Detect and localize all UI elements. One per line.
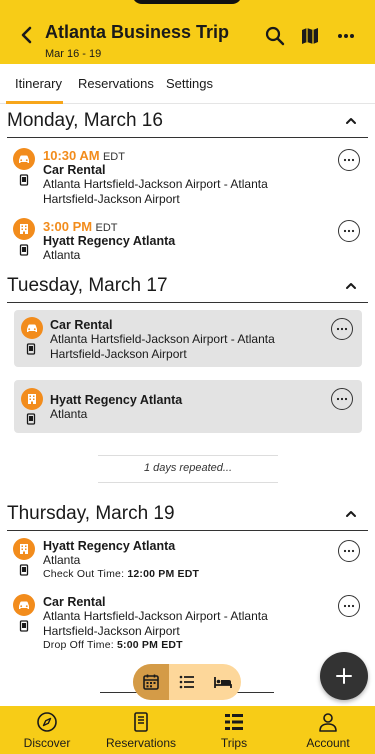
nav-label: Reservations [105, 736, 177, 750]
document-icon [26, 342, 36, 355]
itinerary-card[interactable]: Hyatt Regency Atlanta Atlanta [14, 380, 362, 433]
more-options-button[interactable] [338, 595, 360, 617]
item-subtitle: Atlanta Hartsfield-Jackson Airport - Atl… [43, 177, 268, 206]
item-title: Hyatt Regency Atlanta [43, 539, 176, 553]
tab-itinerary[interactable]: Itinerary [15, 76, 62, 91]
checkout-time: Check Out Time: 12:00 PM EDT [43, 568, 200, 580]
document-icon [19, 173, 29, 186]
itinerary-item[interactable]: Hyatt Regency Atlanta Atlanta Check Out … [0, 538, 375, 584]
item-title: Hyatt Regency Atlanta [43, 234, 176, 248]
time-label: 3:00 PM EDT [43, 219, 118, 234]
tab-bar: Itinerary Reservations Settings [0, 64, 375, 104]
more-options-button[interactable] [331, 318, 353, 340]
hotel-icon [13, 218, 35, 240]
account-icon [317, 711, 339, 733]
item-title: Car Rental [43, 163, 106, 177]
list-icon[interactable] [169, 664, 205, 700]
nav-label: Discover [23, 736, 71, 750]
document-icon [19, 563, 29, 576]
item-title: Hyatt Regency Atlanta [50, 393, 183, 407]
app-header: Atlanta Business Trip Mar 16 - 19 [0, 0, 375, 64]
item-subtitle: Atlanta Hartsfield-Jackson Airport - Atl… [43, 609, 268, 638]
nav-discover[interactable]: Discover [17, 706, 77, 754]
chevron-up-icon[interactable] [344, 507, 358, 521]
item-subtitle: Atlanta [50, 407, 88, 421]
nav-reservations[interactable]: Reservations [100, 706, 182, 754]
trip-dates: Mar 16 - 19 [45, 48, 102, 60]
nav-label: Trips [220, 736, 248, 750]
trips-icon [223, 711, 245, 733]
reservations-icon [130, 711, 152, 733]
item-subtitle: Atlanta [43, 553, 81, 567]
item-title: Car Rental [43, 595, 106, 609]
repeated-days-notice[interactable]: 1 days repeated... [98, 455, 278, 483]
device-notch [132, 0, 242, 4]
day-title: Tuesday, March 17 [7, 275, 168, 296]
add-button[interactable] [320, 652, 368, 700]
more-options-button[interactable] [338, 540, 360, 562]
day-header[interactable]: Monday, March 16 [7, 108, 368, 138]
car-icon [13, 594, 35, 616]
day-title: Monday, March 16 [7, 110, 163, 131]
day-header[interactable]: Tuesday, March 17 [7, 273, 368, 303]
nav-trips[interactable]: Trips [210, 706, 258, 754]
tab-settings[interactable]: Settings [166, 76, 213, 91]
tab-reservations[interactable]: Reservations [78, 76, 154, 91]
chevron-up-icon[interactable] [344, 114, 358, 128]
more-options-button[interactable] [338, 220, 360, 242]
view-toggle [133, 664, 241, 700]
repeated-text: 1 days repeated... [143, 462, 233, 474]
search-icon[interactable] [263, 24, 287, 48]
document-icon [26, 412, 36, 425]
dropoff-time: Drop Off Time: 5:00 PM EDT [43, 639, 183, 651]
bottom-nav: Discover Reservations Trips Account [0, 706, 375, 754]
item-title: Car Rental [50, 318, 113, 332]
page-title: Atlanta Business Trip [45, 22, 230, 42]
itinerary-item[interactable]: Car Rental Atlanta Hartsfield-Jackson Ai… [0, 594, 375, 654]
bed-icon[interactable] [205, 664, 241, 700]
hotel-icon [21, 388, 43, 410]
itinerary-item[interactable]: 3:00 PM EDT Hyatt Regency Atlanta Atlant… [0, 218, 375, 264]
more-horizontal-icon[interactable] [334, 24, 358, 48]
nav-account[interactable]: Account [298, 706, 358, 754]
more-options-button[interactable] [331, 388, 353, 410]
compass-icon [36, 711, 58, 733]
active-tab-indicator [6, 101, 63, 104]
car-icon [21, 317, 43, 339]
time-label: 10:30 AM EDT [43, 148, 125, 163]
item-subtitle: Atlanta [43, 248, 81, 262]
itinerary-card[interactable]: Car Rental Atlanta Hartsfield-Jackson Ai… [14, 310, 362, 367]
map-icon[interactable] [298, 24, 322, 48]
day-header[interactable]: Thursday, March 19 [7, 501, 368, 531]
item-subtitle: Atlanta Hartsfield-Jackson Airport - Atl… [50, 332, 275, 361]
day-title: Thursday, March 19 [7, 503, 175, 524]
document-icon [19, 619, 29, 632]
chevron-up-icon[interactable] [344, 279, 358, 293]
more-options-button[interactable] [338, 149, 360, 171]
itinerary-item[interactable]: 10:30 AM EDT Car Rental Atlanta Hartsfie… [0, 146, 375, 210]
car-icon [13, 148, 35, 170]
plus-icon [336, 668, 352, 684]
calendar-icon[interactable] [133, 664, 169, 700]
nav-label: Account [306, 736, 350, 750]
back-arrow-icon[interactable] [14, 22, 40, 48]
hotel-icon [13, 538, 35, 560]
document-icon [19, 243, 29, 256]
